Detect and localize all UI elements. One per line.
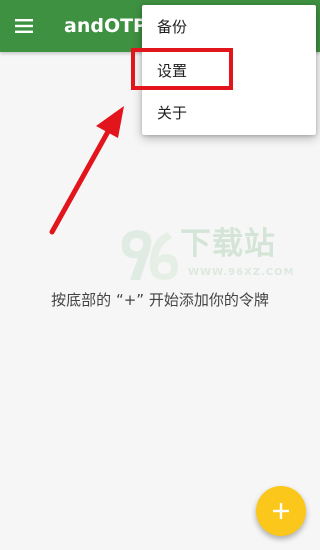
plus-icon — [273, 503, 289, 519]
watermark: 下载站 WWW.96XZ.COM — [116, 222, 296, 288]
menu-item-backup-label: 备份 — [157, 18, 188, 36]
menu-item-about-label: 关于 — [157, 104, 188, 122]
menu-item-backup[interactable]: 备份 — [142, 7, 316, 47]
menu-icon[interactable] — [14, 16, 34, 36]
menu-item-about[interactable]: 关于 — [142, 93, 316, 133]
watermark-title: 下载站 — [180, 226, 276, 262]
empty-state-message: 按底部的 “+” 开始添加你的令牌 — [51, 291, 269, 309]
app-title: andOTP — [64, 15, 147, 37]
settings-highlight-box — [131, 48, 233, 90]
watermark-logo-icon — [121, 230, 178, 280]
add-token-button[interactable] — [256, 486, 306, 536]
watermark-url: WWW.96XZ.COM — [188, 267, 295, 278]
